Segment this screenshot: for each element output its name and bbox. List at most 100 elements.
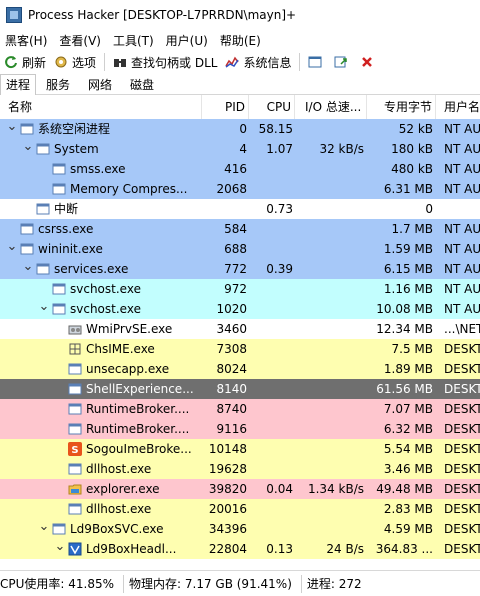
process-user: NT AU	[444, 282, 480, 296]
process-row[interactable]: ⌄ services.exe 772 0.39 6.15 MB NT AU	[0, 259, 480, 279]
process-user: NT AU	[444, 222, 480, 236]
expand-arrow-icon[interactable]: ⌄	[6, 240, 18, 255]
process-row[interactable]: WmiPrvSE.exe 3460 12.34 MB ...\NET	[0, 319, 480, 339]
process-row[interactable]: ⌄ Ld9BoxSVC.exe 34396 4.59 MB DESKT	[0, 519, 480, 539]
tab-network[interactable]: 网络	[82, 76, 118, 94]
process-name-cell: S SogouImeBroke...	[0, 439, 202, 459]
process-row[interactable]: Memory Compres... 2068 6.31 MB NT AU	[0, 179, 480, 199]
process-row[interactable]: RuntimeBroker.... 8740 7.07 MB DESKT	[0, 399, 480, 419]
process-row[interactable]: ⌄ 系统空闲进程 0 58.15 52 kB NT AU	[0, 119, 480, 139]
process-row[interactable]: dllhost.exe 19628 3.46 MB DESKT	[0, 459, 480, 479]
process-user: DESKT	[444, 362, 480, 376]
process-row[interactable]: unsecapp.exe 8024 1.89 MB DESKT	[0, 359, 480, 379]
process-user: DESKT	[444, 542, 480, 556]
process-row[interactable]: RuntimeBroker.... 9116 6.32 MB DESKT	[0, 419, 480, 439]
window-icon	[20, 222, 34, 236]
menu-bar: 黑客(H) 查看(V) 工具(T) 用户(U) 帮助(E)	[0, 30, 480, 50]
process-row[interactable]: ⌄ svchost.exe 1020 10.08 MB NT AU	[0, 299, 480, 319]
expand-arrow-icon[interactable]: ⌄	[54, 540, 66, 555]
find-handles-button[interactable]: 查找句柄或 DLL	[109, 51, 221, 73]
process-pid: 8740	[216, 402, 247, 416]
column-user[interactable]: 用户名	[436, 95, 480, 119]
process-pid: 2068	[216, 182, 247, 196]
process-pid: 20016	[208, 502, 247, 516]
column-cpu[interactable]: CPU	[249, 95, 295, 119]
process-cpu	[249, 279, 295, 299]
status-separator	[300, 574, 302, 593]
process-cpu	[249, 219, 295, 239]
process-name: ShellExperience...	[86, 382, 194, 396]
process-name: unsecapp.exe	[86, 362, 170, 376]
process-row[interactable]: S SogouImeBroke... 10148 5.54 MB DESKT	[0, 439, 480, 459]
process-name: dllhost.exe	[86, 462, 152, 476]
process-pid: 8140	[216, 382, 247, 396]
menu-view[interactable]: 查看(V)	[54, 32, 108, 49]
window-icon	[36, 262, 50, 276]
process-name-cell: ⌄ Ld9BoxHeadl...	[0, 539, 202, 559]
process-user: ...\NET	[444, 322, 480, 336]
tab-services[interactable]: 服务	[40, 76, 76, 94]
process-user: DESKT	[444, 422, 480, 436]
toolbar-separator	[299, 53, 301, 71]
menu-hacker[interactable]: 黑客(H)	[0, 32, 54, 49]
process-private-bytes: 3.46 MB	[383, 462, 433, 476]
tab-disk[interactable]: 磁盘	[124, 76, 160, 94]
column-pid[interactable]: PID	[202, 95, 249, 119]
options-button[interactable]: 选项	[50, 51, 100, 73]
tab-bar: 进程 服务 网络 磁盘	[0, 74, 480, 95]
process-user: DESKT	[444, 342, 480, 356]
process-row[interactable]: dllhost.exe 20016 2.83 MB DESKT	[0, 499, 480, 519]
process-row[interactable]: 中断 0.73 0	[0, 199, 480, 219]
process-row[interactable]: ⌄ wininit.exe 688 1.59 MB NT AU	[0, 239, 480, 259]
process-user: NT AU	[444, 162, 480, 176]
window-icon	[68, 402, 82, 416]
process-private-bytes: 10.08 MB	[376, 302, 433, 316]
process-user: DESKT	[444, 382, 480, 396]
tab-processes[interactable]: 进程	[0, 74, 36, 95]
expand-arrow-icon[interactable]: ⌄	[22, 260, 34, 275]
process-pid: 34396	[208, 522, 247, 536]
expand-arrow-icon[interactable]: ⌄	[38, 520, 50, 535]
process-cpu	[249, 399, 295, 419]
column-private-bytes[interactable]: 专用字节	[367, 95, 436, 119]
title-bar: Process Hacker [DESKTOP-L7PRRDN\mayn]+	[0, 0, 480, 30]
status-separator	[123, 574, 125, 593]
refresh-label: 刷新	[22, 55, 47, 70]
status-cpu: CPU使用率: 41.85%	[0, 577, 115, 591]
close-icon	[362, 57, 373, 67]
status-memory: 物理内存: 7.17 GB (91.41%)	[129, 577, 292, 591]
process-cpu	[249, 159, 295, 179]
process-row[interactable]: ⌄ Ld9BoxHeadl... 22804 0.13 24 B/s 364.83 ...…	[0, 539, 480, 559]
expand-arrow-icon[interactable]: ⌄	[22, 140, 34, 155]
process-row[interactable]: explorer.exe 39820 0.04 1.34 kB/s 49.48 MB DE…	[0, 479, 480, 499]
process-row[interactable]: csrss.exe 584 1.7 MB NT AU	[0, 219, 480, 239]
process-name: RuntimeBroker....	[86, 422, 190, 436]
process-private-bytes: 1.16 MB	[383, 282, 433, 296]
process-name-cell: ⌄ Ld9BoxSVC.exe	[0, 519, 202, 539]
process-row[interactable]: ⌄ System 4 1.07 32 kB/s 180 kB NT AU	[0, 139, 480, 159]
process-pid: 972	[224, 282, 247, 296]
svg-text:S: S	[71, 445, 78, 456]
column-io[interactable]: I/O 总速...	[295, 95, 367, 119]
process-cpu	[249, 519, 295, 539]
expand-arrow-icon[interactable]: ⌄	[6, 120, 18, 135]
menu-users[interactable]: 用户(U)	[161, 32, 215, 49]
process-row[interactable]: smss.exe 416 480 kB NT AU	[0, 159, 480, 179]
process-row[interactable]: ShellExperience... 8140 61.56 MB DESKT	[0, 379, 480, 399]
process-io	[295, 299, 367, 319]
process-row[interactable]: ChsIME.exe 7308 7.5 MB DESKT	[0, 339, 480, 359]
window-button[interactable]	[304, 51, 330, 73]
process-hacker-icon	[6, 7, 22, 23]
menu-tools[interactable]: 工具(T)	[108, 32, 161, 49]
window-arrow-button[interactable]	[330, 51, 356, 73]
process-cpu: 1.07	[266, 142, 293, 156]
process-name: ChsIME.exe	[86, 342, 155, 356]
process-row[interactable]: svchost.exe 972 1.16 MB NT AU	[0, 279, 480, 299]
refresh-button[interactable]: 刷新	[0, 51, 50, 73]
menu-help[interactable]: 帮助(E)	[215, 32, 268, 49]
sysinfo-button[interactable]: 系统信息	[221, 51, 295, 73]
terminate-button[interactable]	[356, 51, 382, 73]
expand-arrow-icon[interactable]: ⌄	[38, 300, 50, 315]
column-name[interactable]: 名称	[0, 95, 202, 119]
process-private-bytes: 12.34 MB	[376, 322, 433, 336]
